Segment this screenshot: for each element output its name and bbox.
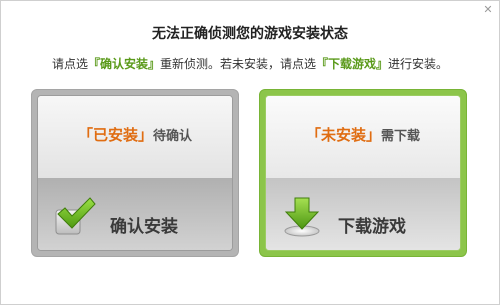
download-game-panel-inner: 「未安装」需下载 下载游戏 <box>265 95 461 251</box>
installed-status-line: 「已安装」待确认 <box>38 124 232 145</box>
game-install-status-dialog: ✕ 无法正确侦测您的游戏安装状态 请点选『确认安装』重新侦测。若未安装，请点选『… <box>0 0 500 305</box>
instruction-highlight-download: 『下载游戏』 <box>316 57 389 71</box>
download-arrow-icon <box>280 196 320 237</box>
instruction-part2: 重新侦测。若未安装，请点选 <box>159 57 316 71</box>
instruction-text: 请点选『确认安装』重新侦测。若未安装，请点选『下载游戏』进行安装。 <box>1 55 499 72</box>
confirm-install-panel-inner: 「已安装」待确认 确认安装 <box>37 95 233 251</box>
checkmark-icon <box>52 196 96 236</box>
download-game-button[interactable]: 「未安装」需下载 下载游戏 <box>259 89 467 257</box>
instruction-part1: 请点选 <box>51 57 88 71</box>
not-installed-status-line: 「未安装」需下载 <box>266 124 460 145</box>
close-icon[interactable]: ✕ <box>483 4 493 15</box>
confirm-install-label: 确认安装 <box>110 217 178 237</box>
confirm-install-button[interactable]: 「已安装」待确认 确认安装 <box>31 89 239 257</box>
instruction-highlight-confirm: 『确认安装』 <box>87 57 160 71</box>
instruction-part3: 进行安装。 <box>388 57 449 71</box>
installed-status-label: 「已安装」 <box>77 126 153 144</box>
installed-status-suffix: 待确认 <box>153 129 193 144</box>
download-game-label: 下载游戏 <box>338 217 406 237</box>
not-installed-status-suffix: 需下载 <box>381 129 421 144</box>
dialog-title: 无法正确侦测您的游戏安装状态 <box>152 26 348 42</box>
not-installed-status-label: 「未安装」 <box>305 126 381 144</box>
